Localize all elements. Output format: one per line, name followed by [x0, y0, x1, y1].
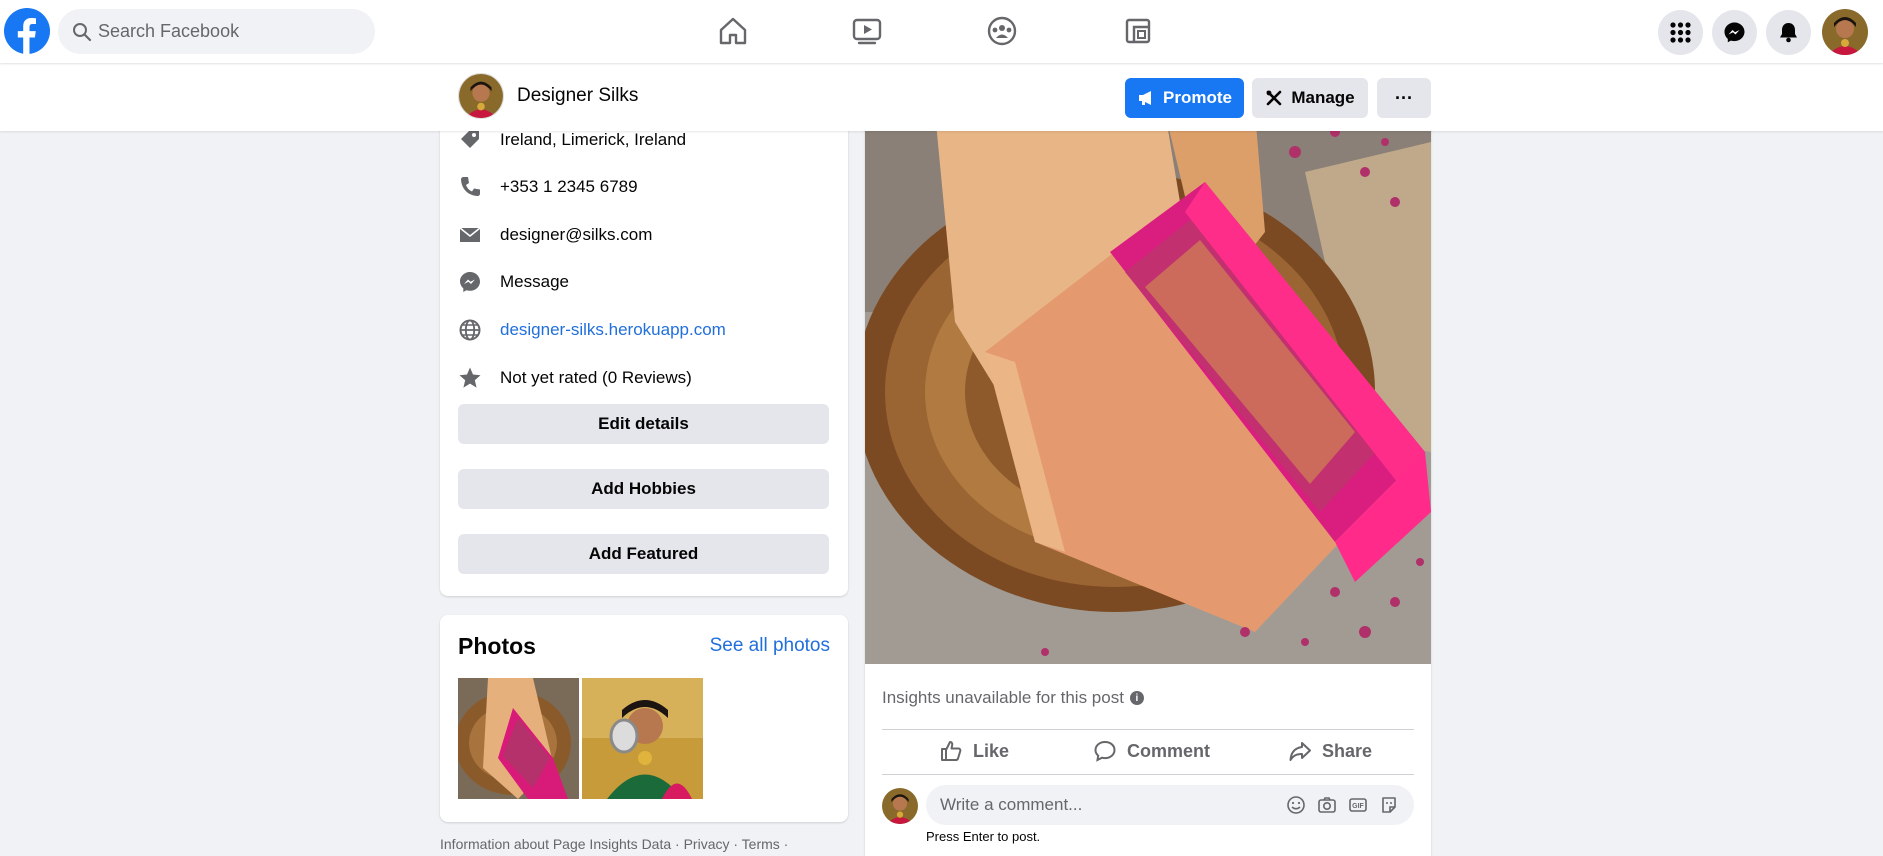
- photo-thumbnail-model[interactable]: [582, 678, 703, 799]
- location-text: Ireland, Limerick, Ireland: [500, 130, 687, 149]
- search-input[interactable]: [98, 9, 358, 54]
- page-title[interactable]: Designer Silks: [517, 85, 638, 107]
- message-text[interactable]: Message: [500, 272, 569, 292]
- emoji-icon[interactable]: [1286, 795, 1306, 815]
- gaming-icon[interactable]: [1120, 13, 1156, 49]
- email-row: designer@silks.com: [458, 220, 652, 250]
- like-label: Like: [973, 740, 1010, 761]
- envelope-icon: [458, 223, 482, 247]
- comment-icon: [1094, 740, 1116, 762]
- facebook-logo-icon[interactable]: [4, 8, 50, 54]
- message-row[interactable]: Message: [458, 267, 569, 297]
- divider: [882, 774, 1414, 775]
- messenger-icon[interactable]: [1712, 10, 1757, 55]
- search-icon: [73, 23, 92, 42]
- comment-box[interactable]: GIF: [926, 785, 1414, 825]
- post-image[interactable]: [865, 112, 1431, 664]
- star-icon: [458, 366, 482, 390]
- divider: [882, 729, 1414, 730]
- groups-icon[interactable]: [984, 13, 1020, 49]
- manage-label: Manage: [1291, 88, 1355, 107]
- share-arrow-icon: [1289, 742, 1311, 761]
- share-label: Share: [1322, 740, 1373, 761]
- watch-icon[interactable]: [849, 13, 885, 49]
- insights-text: Insights unavailable for this post i: [882, 688, 1144, 708]
- search-bar[interactable]: [58, 9, 375, 54]
- globe-icon: [458, 318, 482, 342]
- promote-button[interactable]: Promote: [1125, 78, 1244, 118]
- see-all-photos-link[interactable]: See all photos: [710, 635, 830, 657]
- website-link[interactable]: designer-silks.herokuapp.com: [500, 320, 726, 340]
- camera-icon[interactable]: [1317, 795, 1337, 815]
- more-options-button[interactable]: ···: [1377, 78, 1431, 118]
- location-tag-icon: [458, 128, 482, 152]
- thumbs-up-icon: [941, 741, 962, 761]
- post-card: Insights unavailable for this post i Lik…: [865, 112, 1431, 856]
- insights-label: Insights unavailable for this post: [882, 688, 1124, 707]
- menu-grid-icon[interactable]: [1658, 10, 1703, 55]
- press-enter-hint: Press Enter to post.: [926, 829, 1041, 844]
- home-icon[interactable]: [715, 13, 751, 49]
- notifications-icon[interactable]: [1766, 10, 1811, 55]
- add-hobbies-button[interactable]: Add Hobbies: [458, 469, 829, 509]
- info-icon[interactable]: i: [1129, 691, 1144, 705]
- phone-icon: [458, 175, 482, 199]
- megaphone-icon: [1139, 91, 1152, 105]
- profile-avatar[interactable]: [1822, 9, 1868, 55]
- like-button[interactable]: Like: [939, 732, 1009, 770]
- gif-icon[interactable]: GIF: [1348, 795, 1368, 815]
- top-navigation-bar: [0, 0, 1883, 63]
- phone-text: +353 1 2345 6789: [500, 177, 638, 196]
- add-featured-button[interactable]: Add Featured: [458, 534, 829, 574]
- promote-label: Promote: [1163, 88, 1232, 107]
- phone-row: +353 1 2345 6789: [458, 172, 638, 202]
- footer-links[interactable]: Information about Page Insights Data · P…: [440, 836, 788, 852]
- messenger-icon: [458, 270, 482, 294]
- page-avatar[interactable]: [458, 73, 504, 119]
- rating-row: Not yet rated (0 Reviews): [458, 363, 692, 393]
- email-text: designer@silks.com: [500, 225, 653, 244]
- share-button[interactable]: Share: [1288, 732, 1372, 770]
- comment-label: Comment: [1127, 740, 1211, 761]
- photos-card: Photos See all photos: [440, 615, 848, 822]
- manage-button[interactable]: Manage: [1252, 78, 1368, 118]
- tools-icon: [1266, 90, 1282, 106]
- page-header-bar: Designer Silks Promote Manage ···: [0, 63, 1883, 131]
- rating-text: Not yet rated (0 Reviews): [500, 368, 692, 387]
- comment-button[interactable]: Comment: [1093, 732, 1210, 770]
- website-row[interactable]: designer-silks.herokuapp.com: [458, 315, 726, 345]
- intro-card: Ireland, Limerick, Ireland +353 1 2345 6…: [440, 112, 848, 596]
- sticker-icon[interactable]: [1379, 795, 1399, 815]
- photo-thumbnail-saree[interactable]: [458, 678, 579, 799]
- svg-text:GIF: GIF: [1352, 803, 1364, 810]
- edit-details-button[interactable]: Edit details: [458, 404, 829, 444]
- commenter-avatar[interactable]: [882, 788, 918, 824]
- comment-input[interactable]: [940, 785, 1270, 825]
- photos-title[interactable]: Photos: [458, 633, 536, 660]
